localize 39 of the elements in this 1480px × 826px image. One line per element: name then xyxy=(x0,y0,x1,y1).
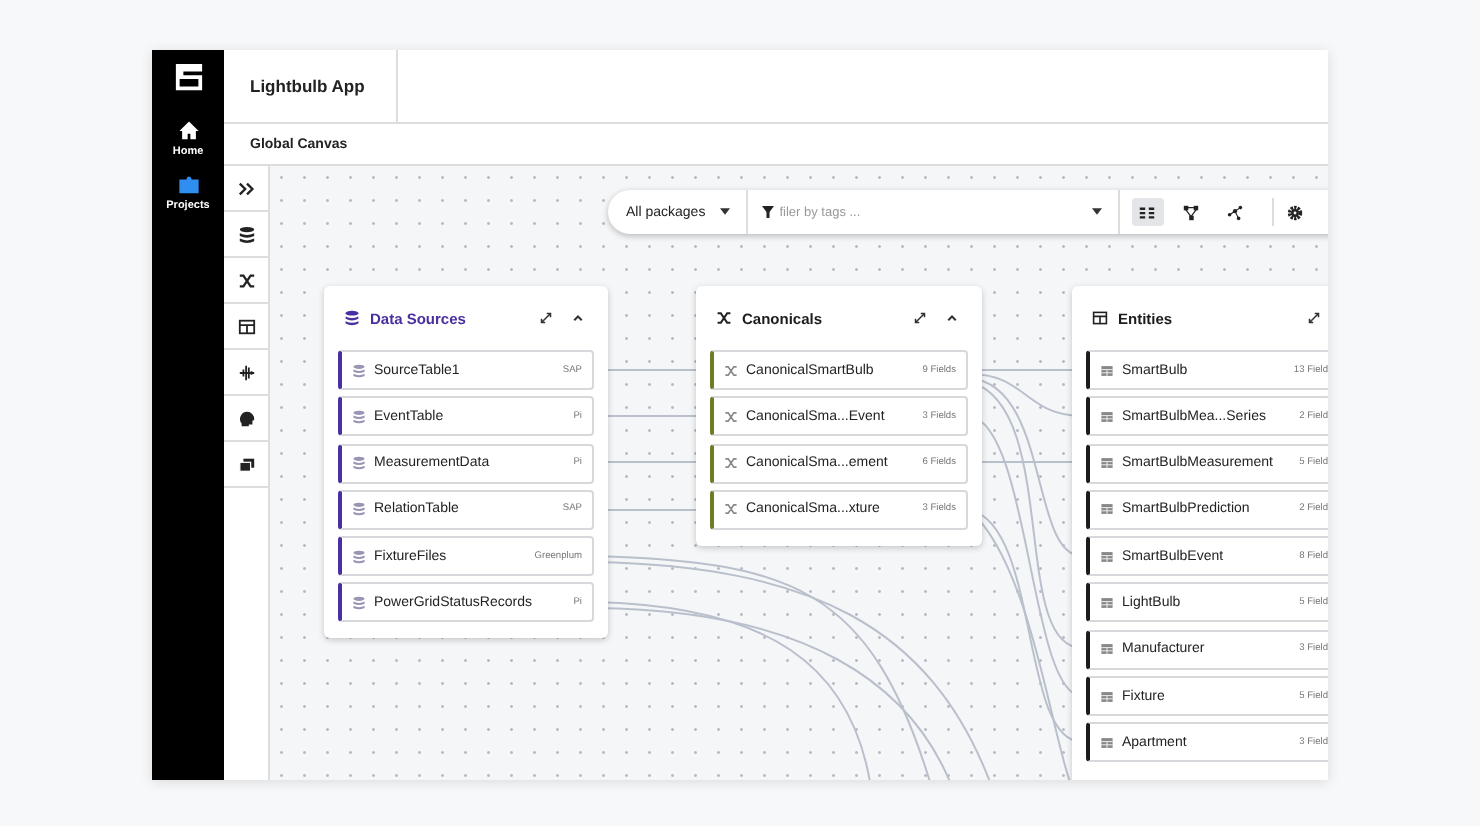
table-icon xyxy=(1100,456,1114,471)
shuffle-icon xyxy=(724,502,738,517)
expand-icon[interactable] xyxy=(1308,312,1320,324)
folder-icon xyxy=(177,174,199,196)
list-icon xyxy=(1138,203,1157,221)
caret-icon xyxy=(1091,208,1102,216)
table-icon xyxy=(1100,595,1114,610)
network-icon xyxy=(1226,203,1245,221)
shuffle-icon xyxy=(724,363,738,377)
shuffle-icon xyxy=(724,456,738,471)
expand-icon[interactable] xyxy=(914,312,926,324)
collapse-icon[interactable] xyxy=(946,312,958,324)
home-icon xyxy=(177,120,199,142)
settings-icon xyxy=(1285,203,1304,221)
list-view-button[interactable] xyxy=(1131,198,1164,226)
table-icon xyxy=(1092,310,1108,326)
database-icon xyxy=(352,549,366,564)
shuffle-icon xyxy=(716,310,732,326)
caret-icon xyxy=(719,208,730,216)
table-icon xyxy=(1100,363,1114,377)
table-icon xyxy=(1100,409,1114,424)
database-icon xyxy=(352,456,366,471)
table-icon xyxy=(1100,549,1114,564)
table-icon xyxy=(1100,735,1114,750)
collapse-icon[interactable] xyxy=(572,312,584,324)
database-icon xyxy=(352,409,366,424)
table-icon xyxy=(1100,642,1114,657)
database-icon xyxy=(344,310,360,326)
expand-icon[interactable] xyxy=(540,312,552,324)
table-icon xyxy=(1100,502,1114,517)
logo-icon xyxy=(173,62,203,92)
filter-icon xyxy=(761,206,774,218)
database-icon xyxy=(352,502,366,517)
app-title: Lightbulb App xyxy=(224,50,398,122)
table-icon xyxy=(1100,689,1114,704)
database-icon xyxy=(352,363,366,377)
shuffle-icon xyxy=(724,409,738,424)
database-icon xyxy=(352,595,366,610)
hierarchy-icon xyxy=(1182,203,1201,221)
